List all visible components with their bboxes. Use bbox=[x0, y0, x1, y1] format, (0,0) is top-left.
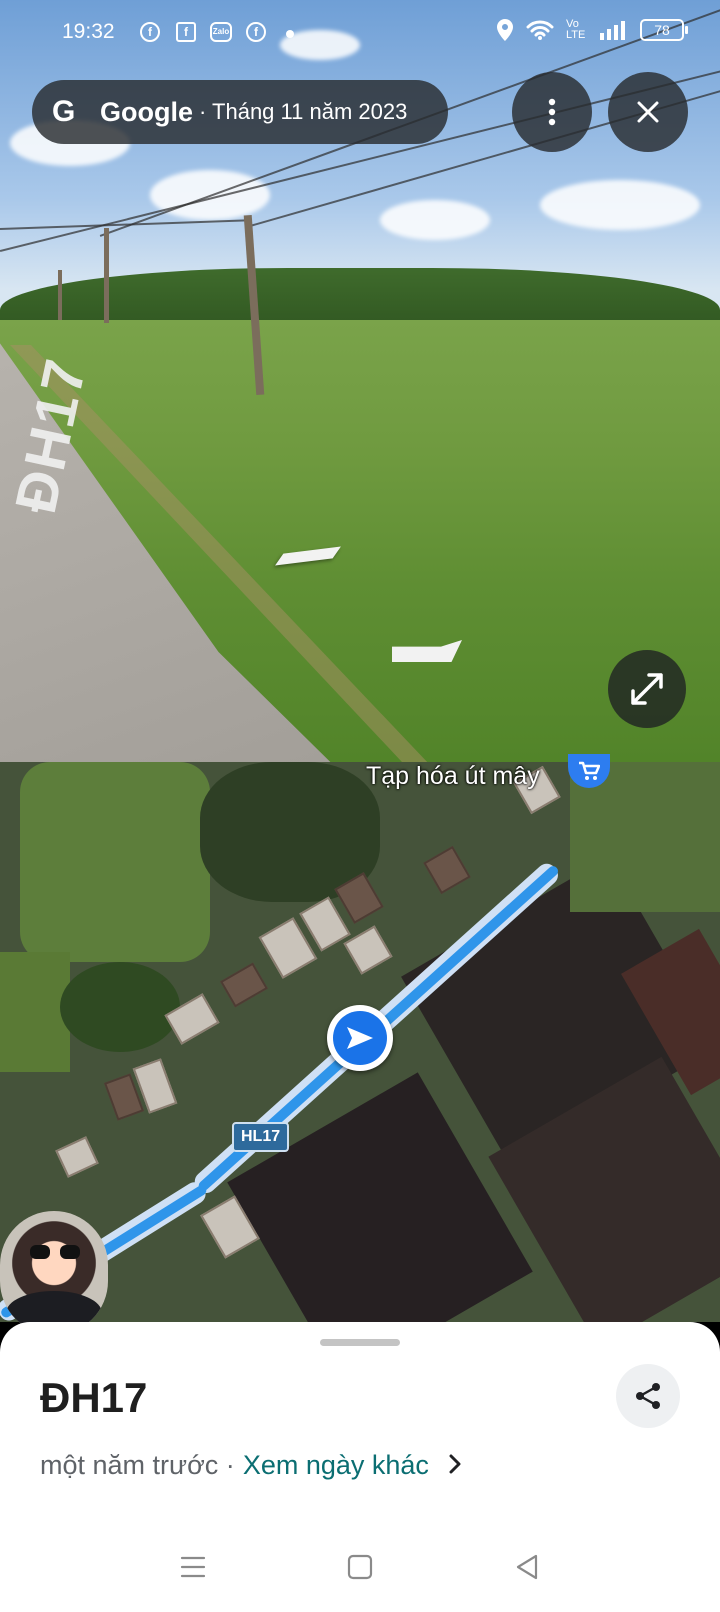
battery-indicator: 78 bbox=[640, 19, 688, 41]
rice-field bbox=[20, 762, 210, 962]
cloud bbox=[540, 180, 700, 230]
facebook-icon: f bbox=[246, 22, 266, 42]
imagery-date-pill[interactable]: G Google · Tháng 11 năm 2023 bbox=[32, 80, 448, 144]
tree-cover bbox=[60, 962, 180, 1052]
building bbox=[220, 962, 268, 1008]
google-logo-icon: G bbox=[52, 95, 76, 128]
home-icon[interactable] bbox=[347, 1554, 373, 1580]
expand-icon bbox=[631, 673, 663, 705]
more-notifications-dot bbox=[286, 30, 294, 38]
recent-apps-icon[interactable] bbox=[180, 1555, 206, 1579]
place-sheet[interactable]: ĐH17 một năm trước · Xem ngày khác bbox=[0, 1322, 720, 1612]
glasses bbox=[30, 1245, 80, 1259]
facebook-square-icon: f bbox=[176, 22, 196, 42]
close-icon bbox=[637, 101, 659, 123]
cloud bbox=[380, 200, 490, 240]
road-shield: HL17 bbox=[232, 1122, 290, 1152]
location-icon bbox=[497, 19, 513, 41]
wifi-icon bbox=[526, 20, 554, 40]
status-right-icons: Vo LTE 78 bbox=[496, 18, 688, 42]
more-options-button[interactable] bbox=[512, 72, 592, 152]
building bbox=[423, 845, 471, 895]
signal-icon bbox=[600, 21, 625, 40]
building bbox=[55, 1136, 99, 1178]
status-bar: 19:32 f f Zalo f Vo LTE 78 bbox=[0, 0, 720, 64]
close-button[interactable] bbox=[608, 72, 688, 152]
user-avatar[interactable] bbox=[0, 1211, 108, 1335]
drag-handle[interactable] bbox=[320, 1339, 400, 1346]
expand-button[interactable] bbox=[608, 650, 686, 728]
imagery-info: một năm trước · Xem ngày khác bbox=[40, 1450, 461, 1481]
shopping-cart-icon bbox=[579, 761, 600, 780]
chevron-right-icon[interactable] bbox=[449, 1450, 461, 1481]
time-ago: một năm trước · bbox=[40, 1450, 235, 1480]
building bbox=[343, 925, 393, 975]
facebook-icon: f bbox=[140, 22, 160, 42]
map-place-label[interactable]: Tạp hóa út mây bbox=[366, 762, 540, 791]
share-button[interactable] bbox=[616, 1364, 680, 1428]
more-vert-icon bbox=[548, 98, 556, 126]
capture-date: · Tháng 11 năm 2023 bbox=[199, 99, 408, 124]
place-title: ĐH17 bbox=[40, 1374, 148, 1421]
status-time: 19:32 bbox=[62, 20, 115, 43]
utility-pole bbox=[58, 270, 62, 320]
position-marker-inner bbox=[333, 1011, 387, 1065]
back-icon[interactable] bbox=[514, 1554, 540, 1580]
street-view-position-marker[interactable] bbox=[327, 1005, 393, 1071]
volte-icon: Vo LTE bbox=[566, 18, 586, 41]
utility-pole bbox=[104, 228, 109, 323]
share-icon bbox=[636, 1383, 660, 1409]
system-nav-bar bbox=[0, 1522, 720, 1612]
other-dates-link[interactable]: Xem ngày khác bbox=[243, 1450, 429, 1481]
zalo-icon: Zalo bbox=[210, 22, 232, 42]
direction-arrow-icon bbox=[347, 1027, 373, 1049]
google-brand: Google bbox=[100, 96, 193, 127]
